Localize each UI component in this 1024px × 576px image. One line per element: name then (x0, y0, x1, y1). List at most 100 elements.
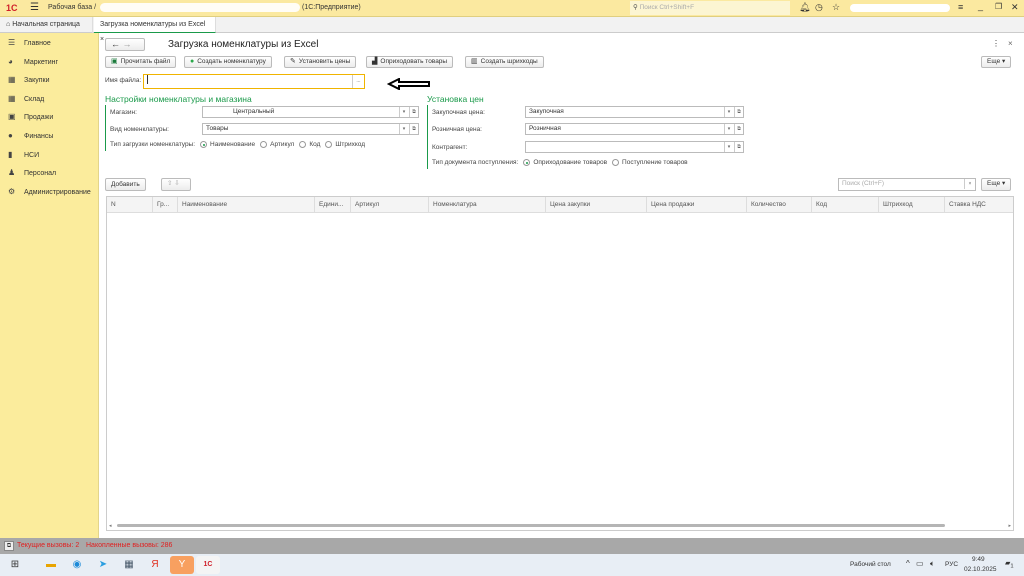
column-header[interactable]: Цена закупки (546, 197, 647, 213)
dropdown-icon[interactable]: ▾ (724, 107, 733, 117)
clear-search-button[interactable]: × (964, 179, 975, 189)
tab-excel-import[interactable]: Загрузка номенклатуры из Excel × (94, 17, 216, 43)
radio-label[interactable]: Штрихкод (335, 141, 365, 148)
sidebar-item-nsi[interactable]: ▮ НСИ (8, 147, 39, 163)
back-icon[interactable]: ← (111, 39, 120, 49)
more-vert-icon[interactable]: ⋮ (992, 39, 1000, 48)
open-icon[interactable]: ⧉ (409, 107, 418, 117)
radio-write-on[interactable] (523, 159, 531, 166)
sidebar-item-main[interactable]: ☰ Главное (8, 35, 51, 51)
yandex-browser-icon[interactable]: Y (170, 556, 194, 574)
minimize-icon[interactable]: _ (978, 1, 983, 11)
clock-date[interactable]: 02.10.2025 (964, 566, 997, 573)
column-header[interactable]: Едини... (315, 197, 351, 213)
volume-icon[interactable]: 🔈︎ (930, 559, 935, 569)
global-search-input[interactable]: ⚲ Поиск Ctrl+Shift+F (630, 1, 790, 15)
telegram-icon[interactable]: ➤ (94, 556, 112, 574)
radio-article[interactable] (260, 141, 268, 148)
windows-icon[interactable]: ⧉ (4, 541, 14, 551)
history-icon[interactable]: ◷ (815, 2, 823, 13)
read-file-button[interactable]: ▣ Прочитать файл (105, 56, 177, 68)
desktop-label[interactable]: Рабочий стол (850, 561, 891, 568)
yandex-icon[interactable]: Я (146, 556, 164, 574)
sidebar-item-marketing[interactable]: ◕ Маркетинг (8, 54, 58, 70)
radio-barcode[interactable] (325, 141, 333, 148)
open-icon[interactable]: ⧉ (409, 124, 418, 134)
dropdown-icon[interactable]: ▾ (399, 107, 408, 117)
file-input[interactable]: ... (143, 74, 365, 89)
dropdown-icon[interactable]: ▾ (724, 124, 733, 134)
column-header[interactable]: Код (812, 197, 879, 213)
create-barcodes-button[interactable]: ▥ Создать шрихкоды (465, 56, 544, 68)
calculator-icon[interactable]: ▦ (120, 556, 138, 574)
sidebar-item-finance[interactable]: ● Финансы (8, 128, 53, 144)
star-icon[interactable]: ☆ (832, 2, 840, 13)
tray-chevron-icon[interactable]: ^ (906, 559, 910, 568)
horizontal-scrollbar[interactable]: ◂ ▸ (109, 523, 1011, 529)
column-header[interactable]: Цена продажи (647, 197, 747, 213)
sidebar-item-warehouse[interactable]: ▦ Склад (8, 91, 44, 107)
column-header[interactable]: Штрихкод (879, 197, 945, 213)
column-header[interactable]: Гр... (153, 197, 178, 213)
1c-taskbar-icon[interactable]: 1C (196, 556, 220, 574)
more-button[interactable]: Еще ▾ (981, 56, 1012, 68)
arrow-up-icon[interactable]: ⇧ (167, 180, 172, 187)
bell-icon[interactable]: 🔔︎ (799, 2, 810, 13)
scroll-right-icon[interactable]: ▸ (1008, 523, 1011, 529)
edge-icon[interactable]: ◉ (68, 556, 86, 574)
set-prices-button[interactable]: ✎ Установить цены (284, 56, 357, 68)
retail-price-field[interactable]: Розничная ▾ ⧉ (525, 123, 744, 135)
radio-label[interactable]: Поступление товаров (622, 159, 688, 166)
arrow-down-icon[interactable]: ⇩ (174, 180, 179, 187)
menu-icon[interactable]: ☰ (30, 2, 39, 13)
explorer-icon[interactable]: ▬ (42, 556, 60, 574)
dropdown-icon[interactable]: ▾ (399, 124, 408, 134)
table-search-input[interactable]: Поиск (Ctrl+F) × (838, 178, 976, 191)
language-indicator[interactable]: РУС (945, 561, 958, 568)
column-header[interactable]: Наименование (178, 197, 315, 213)
receive-goods-button[interactable]: ▟ Оприходовать товары (366, 56, 454, 68)
filter-icon[interactable]: ≡ (958, 2, 963, 12)
close-icon[interactable]: ✕ (1011, 2, 1019, 13)
open-icon[interactable]: ⧉ (734, 142, 743, 152)
sidebar-item-admin[interactable]: ⚙ Администрирование (8, 184, 91, 200)
radio-receipt[interactable] (612, 159, 620, 166)
network-icon[interactable]: ▭ (916, 559, 924, 568)
table-more-button[interactable]: Еще ▾ (981, 178, 1012, 191)
purchase-price-field[interactable]: Закупочная ▾ ⧉ (525, 106, 744, 118)
forward-icon[interactable]: → (123, 39, 132, 49)
radio-name[interactable] (200, 141, 208, 148)
partner-field[interactable]: ▾ ⧉ (525, 141, 744, 153)
column-header[interactable]: Артикул (351, 197, 429, 213)
search-placeholder: Поиск (Ctrl+F) (842, 180, 885, 187)
windows-start-icon[interactable]: ⊞ (6, 556, 24, 574)
clock-time[interactable]: 9:49 (972, 556, 985, 563)
radio-label[interactable]: Артикул (270, 141, 294, 148)
close-form-icon[interactable]: × (1008, 39, 1013, 48)
sidebar-item-purchases[interactable]: ▦ Закупки (8, 72, 50, 88)
dropdown-icon[interactable]: ▾ (724, 142, 733, 152)
radio-label[interactable]: Код (309, 141, 320, 148)
scroll-left-icon[interactable]: ◂ (109, 523, 112, 529)
shop-field[interactable]: Центральный ▾ ⧉ (202, 106, 419, 118)
column-header[interactable]: Ставка НДС (945, 197, 1013, 213)
tab-home[interactable]: ⌂ Начальная страница (0, 17, 93, 33)
column-header[interactable]: Номенклатура (429, 197, 546, 213)
kind-field[interactable]: Товары ▾ ⧉ (202, 123, 419, 135)
restore-icon[interactable]: ❐ (995, 2, 1002, 11)
create-items-button[interactable]: ● Создать номенклатуру (184, 56, 272, 68)
radio-label[interactable]: Наименование (210, 141, 255, 148)
title-bar: 1С ☰ Рабочая база / (1С:Предприятие) ⚲ П… (0, 0, 1024, 17)
sidebar-item-personnel[interactable]: ♟ Персонал (8, 165, 56, 181)
open-icon[interactable]: ⧉ (734, 107, 743, 117)
column-header[interactable]: Количество (747, 197, 812, 213)
scrollbar-thumb[interactable] (117, 524, 945, 527)
add-button[interactable]: Добавить (105, 178, 146, 191)
browse-button[interactable]: ... (352, 75, 364, 88)
radio-label[interactable]: Оприходование товаров (533, 159, 607, 166)
radio-code[interactable] (299, 141, 307, 148)
column-header[interactable]: N (107, 197, 153, 213)
notifications-icon[interactable]: ▰1 (1005, 559, 1014, 569)
sidebar-item-sales[interactable]: ▣ Продажи (8, 109, 53, 125)
open-icon[interactable]: ⧉ (734, 124, 743, 134)
